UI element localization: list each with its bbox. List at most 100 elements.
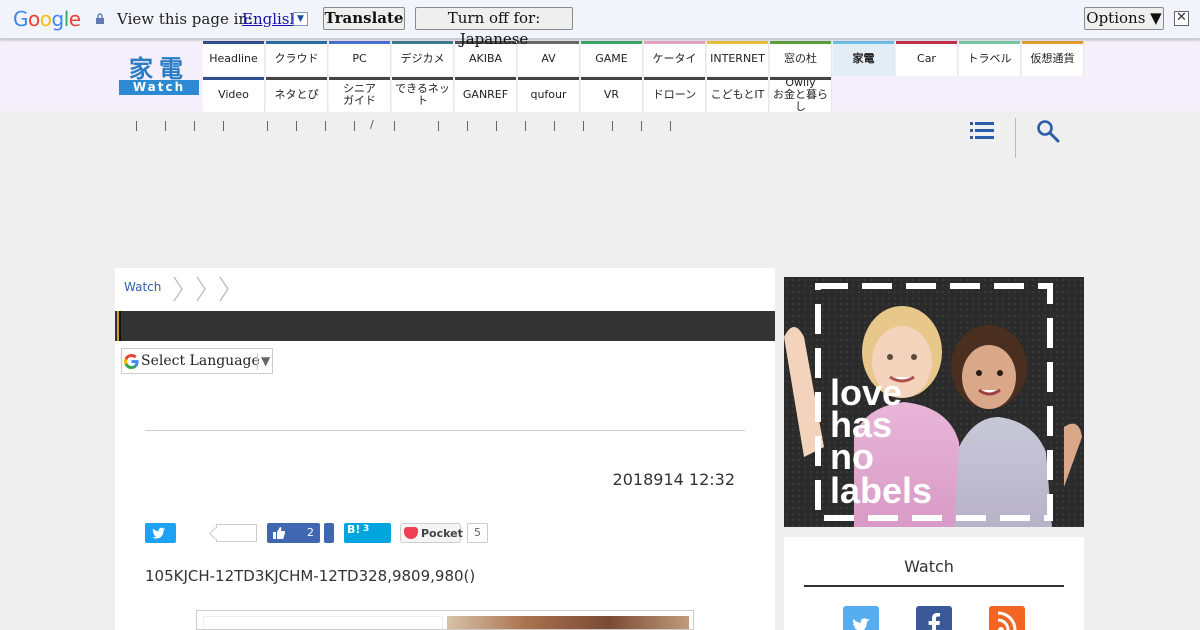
nav-item-label: 家電 [852, 51, 875, 65]
site-header: 家電 Watch Headline クラウド PC デジカメ AKIBA AV GAME ケー… [0, 39, 1200, 112]
nav-item[interactable]: qufour [518, 77, 580, 112]
nav-item-label: できるネット [395, 81, 450, 107]
nav-item[interactable]: VR [581, 77, 643, 112]
nav-item[interactable]: ドローン [644, 77, 706, 112]
facebook-share-extra[interactable] [324, 523, 334, 543]
language-link[interactable]: English [242, 10, 299, 28]
nav-color-bar [455, 77, 516, 80]
article-image-right [447, 616, 689, 629]
ad-tagline-line: labels [830, 470, 932, 511]
nav-item[interactable]: Headline [203, 41, 265, 76]
google-logo-letter: G [13, 7, 29, 31]
nav-color-bar [581, 41, 642, 44]
select-divider [257, 353, 258, 370]
nav-item-label: INTERNET [710, 51, 765, 65]
nav-item[interactable]: PC [329, 41, 391, 76]
pocket-button[interactable]: Pocket [400, 523, 463, 543]
nav-item-label: Headline [209, 51, 258, 65]
language-dropdown-arrow-icon[interactable]: ▼ [293, 12, 308, 26]
pocket-label: Pocket [421, 527, 463, 540]
close-icon[interactable]: ✕ [1174, 11, 1189, 26]
nav-item[interactable]: デジカメ [392, 41, 454, 76]
nav-item[interactable]: Owlly お金と暮らし [770, 76, 832, 112]
nav-item-label: qufour [530, 87, 567, 101]
subnav-separator [438, 121, 439, 131]
sidebar-advertisement[interactable]: love has no labels [784, 277, 1084, 527]
article-timestamp: 2018914 12:32 [612, 470, 735, 489]
site-logo[interactable]: 家電 Watch [119, 53, 199, 95]
nav-item[interactable]: トラベル [959, 41, 1021, 76]
search-icon[interactable] [1036, 119, 1060, 143]
translate-button[interactable]: Translate [323, 7, 405, 30]
nav-item[interactable]: こどもとIT [707, 77, 769, 112]
facebook-follow-icon[interactable] [916, 606, 952, 630]
nav-item-label: ネタとぴ [274, 87, 319, 101]
pocket-icon [404, 527, 418, 539]
nav-color-bar [392, 77, 453, 80]
nav-item[interactable]: クラウド [266, 41, 328, 76]
google-logo-letter: o [39, 7, 52, 31]
breadcrumb-watch[interactable]: Watch [124, 280, 161, 300]
nav-item[interactable]: 窓の杜 [770, 41, 832, 76]
nav-item-label: AV [541, 51, 556, 65]
nav-item-label: ドローン [652, 87, 697, 101]
facebook-like-button[interactable]: 2 [267, 523, 320, 543]
logo-kanji: 家電 [129, 54, 189, 83]
subnav-row: / [120, 118, 680, 136]
nav-color-bar [581, 77, 642, 80]
nav-color-bar [203, 41, 264, 44]
select-language-dropdown[interactable]: Select Language ▼ [121, 348, 273, 374]
nav-item-label: こどもとIT [710, 87, 765, 101]
nav-item[interactable]: Video [203, 77, 265, 112]
nav-item-label: トラベル [967, 51, 1012, 65]
nav-color-bar [1022, 41, 1083, 44]
twitter-count-box [216, 524, 257, 542]
nav-item[interactable]: 家電 [833, 41, 895, 76]
twitter-share-button[interactable] [145, 523, 176, 543]
subnav-separator [496, 121, 497, 131]
subnav-separator [354, 121, 355, 131]
nav-color-bar [203, 77, 264, 80]
turn-off-button[interactable]: Turn off for: Japanese [415, 7, 573, 48]
subnav-separator [223, 121, 224, 131]
logo-watch: Watch [119, 80, 199, 95]
nav-item[interactable]: INTERNET [707, 41, 769, 76]
subnav-separator [267, 121, 268, 131]
nav-item[interactable]: 仮想通貨 [1022, 41, 1084, 76]
facebook-count: 2 [307, 526, 314, 539]
nav-color-bar [644, 41, 705, 44]
breadcrumb-chevron-icon [196, 276, 206, 302]
subnav-separator [554, 121, 555, 131]
nav-item-label: GANREF [462, 87, 509, 101]
nav-item[interactable]: ケータイ [644, 41, 706, 76]
subnav-separator [583, 121, 584, 131]
google-logo-letter: e [68, 7, 81, 31]
thumbs-up-icon [273, 527, 285, 539]
select-language-label: Select Language [141, 353, 260, 369]
nav-item[interactable]: GAME [581, 41, 643, 76]
hatena-bookmark-button[interactable]: B! 3 [344, 523, 391, 543]
nav-item-label: 窓の杜 [784, 51, 817, 65]
nav-item-label: クラウド [274, 51, 319, 65]
nav-item[interactable]: Car [896, 41, 958, 76]
hatena-icon: B! [347, 523, 361, 536]
nav-item[interactable]: シニア ガイド [329, 77, 391, 112]
nav-item[interactable]: ネタとぴ [266, 77, 328, 112]
nav-color-bar [707, 41, 768, 44]
menu-icon[interactable] [970, 121, 994, 141]
article-image[interactable] [196, 610, 694, 630]
nav-item-label: 仮想通貨 [1030, 51, 1075, 65]
nav-item-label: AKIBA [468, 51, 503, 65]
nav-item[interactable]: GANREF [455, 77, 517, 112]
subnav-separator [670, 121, 671, 131]
nav-item-label: ケータイ [652, 51, 697, 65]
google-translate-bar: Google View this page in: English ▼ Tran… [0, 0, 1200, 48]
twitter-follow-icon[interactable] [843, 606, 879, 630]
options-button[interactable]: Options ▼ [1084, 7, 1164, 30]
nav-color-bar [770, 41, 831, 44]
twitter-icon [152, 527, 166, 539]
nav-item[interactable]: できるネット [392, 77, 454, 112]
rss-icon[interactable] [989, 606, 1025, 630]
subnav-separator [194, 121, 195, 131]
site-navigation: Headline クラウド PC デジカメ AKIBA AV GAME ケータイ INTERNE… [203, 41, 1084, 112]
